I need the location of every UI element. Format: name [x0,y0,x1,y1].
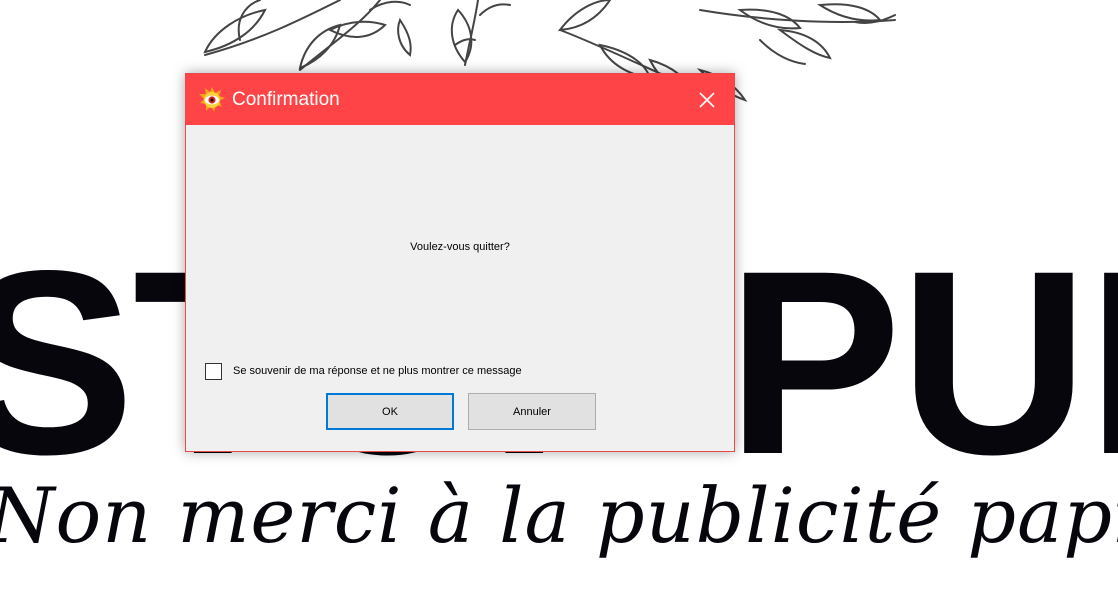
ok-button[interactable]: OK [326,393,454,430]
dialog-title: Confirmation [232,89,340,110]
remember-checkbox[interactable] [205,362,222,380]
slogan-text: Non merci à la publicité papier [0,471,1118,560]
close-icon [699,91,715,108]
close-button[interactable] [680,74,734,125]
dialog-message: Voulez-vous quitter? [410,241,510,253]
remember-option[interactable]: Se souvenir de ma réponse et ne plus mon… [205,361,522,381]
cancel-button[interactable]: Annuler [468,393,596,430]
confirmation-dialog: Confirmation Voulez-vous quitter? Se sou… [185,73,735,452]
dialog-titlebar[interactable]: Confirmation [186,74,734,125]
eye-logo-icon [199,87,225,112]
remember-checkbox-label[interactable]: Se souvenir de ma réponse et ne plus mon… [233,365,522,377]
